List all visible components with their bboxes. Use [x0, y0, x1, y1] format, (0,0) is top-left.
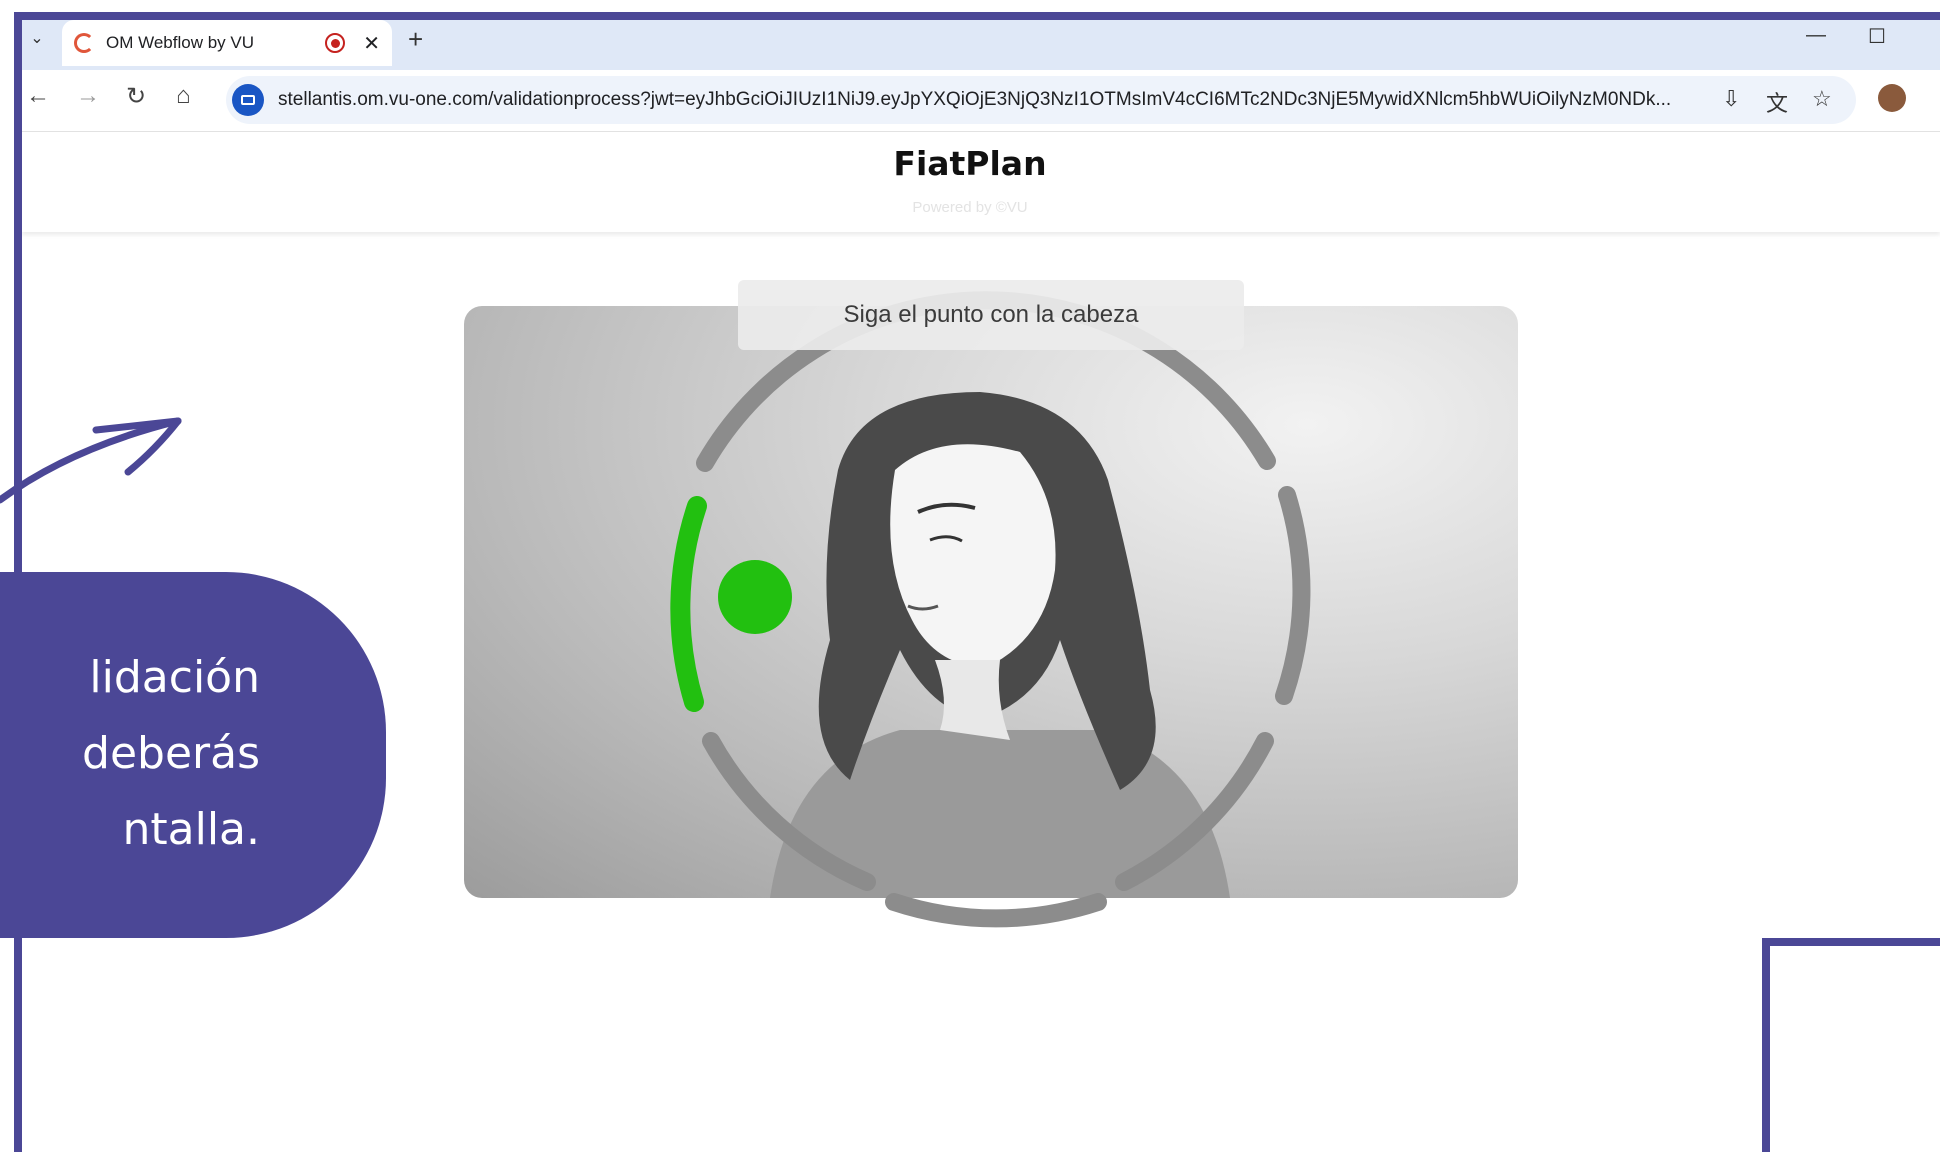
tab-close-icon[interactable]: ✕	[363, 31, 380, 56]
tutorial-line-3: ntalla.	[122, 804, 261, 855]
powered-by-label: Powered by ©VU	[912, 199, 1028, 216]
install-app-icon[interactable]: ⇩	[1722, 86, 1740, 112]
instruction-banner: Siga el punto con la cabeza	[738, 280, 1244, 350]
tab-search-chevron-icon[interactable]: ⌄	[24, 20, 50, 56]
browser-tab[interactable]: OM Webflow by VU ✕	[62, 20, 392, 66]
home-icon[interactable]: ⌂	[176, 82, 191, 110]
frame-corner-vertical	[1762, 938, 1770, 1152]
brand-title: FiatPlan	[893, 144, 1047, 183]
tutorial-arrow-icon	[0, 417, 182, 504]
forward-icon[interactable]: →	[76, 82, 100, 110]
profile-avatar[interactable]	[1878, 84, 1906, 112]
camera-permission-icon[interactable]	[232, 84, 264, 116]
tutorial-line-2: deberás	[82, 728, 260, 779]
site-favicon-icon	[74, 33, 94, 53]
tutorial-line-1: lidación	[89, 652, 260, 703]
bookmark-star-icon[interactable]: ☆	[1812, 86, 1832, 112]
recording-indicator-icon	[325, 33, 346, 53]
minimize-icon[interactable]: —	[1806, 24, 1826, 47]
tab-title: OM Webflow by VU	[106, 33, 255, 52]
back-icon[interactable]: ←	[26, 82, 50, 110]
url-text: stellantis.om.vu-one.com/validationproce…	[278, 89, 1672, 110]
address-bar[interactable]: stellantis.om.vu-one.com/validationproce…	[226, 76, 1856, 124]
screenshot-stage: ⌄ OM Webflow by VU ✕ + — ☐ ← → ↻ ⌂ stell…	[0, 0, 1940, 1152]
new-tab-icon[interactable]: +	[408, 24, 423, 55]
maximize-icon[interactable]: ☐	[1868, 24, 1886, 49]
translate-icon[interactable]: 文	[1766, 86, 1788, 118]
camera-feed	[464, 306, 1518, 898]
tutorial-bubble-text: lidación deberás ntalla.	[0, 640, 260, 868]
frame-border-top	[18, 12, 1940, 20]
frame-corner-horizontal	[1762, 938, 1940, 946]
reload-icon[interactable]: ↻	[126, 82, 146, 111]
